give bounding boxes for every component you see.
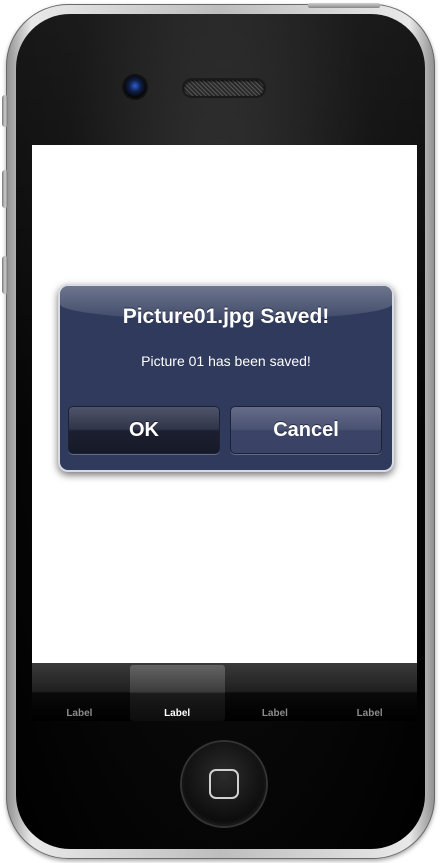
tab-label: Label [66, 708, 93, 719]
home-square-icon [209, 769, 239, 799]
tab-label: Label [164, 708, 191, 719]
home-button[interactable] [182, 742, 266, 826]
alert-title: Picture01.jpg Saved! [122, 305, 330, 328]
device-screen: Picture01.jpg Saved! Picture 01 has been… [32, 145, 417, 721]
sleep-wake-button [308, 3, 380, 8]
alert-message: Picture 01 has been saved! [141, 353, 311, 369]
tab-label: Label [261, 708, 288, 719]
earpiece-speaker [184, 80, 264, 96]
tab-bar: Label Label Label Label [32, 663, 417, 721]
tab-item-1[interactable]: Label [32, 663, 127, 721]
tab-item-2[interactable]: Label [129, 665, 225, 721]
volume-down-button [2, 256, 8, 294]
tab-label: Label [356, 708, 383, 719]
tab-item-4[interactable]: Label [322, 663, 417, 721]
alert-dialog: Picture01.jpg Saved! Picture 01 has been… [58, 284, 394, 472]
front-camera-icon [124, 76, 146, 98]
mute-switch [2, 95, 8, 127]
cancel-button[interactable]: Cancel [230, 406, 382, 454]
ok-button[interactable]: OK [68, 406, 220, 454]
volume-up-button [2, 170, 8, 208]
tab-item-3[interactable]: Label [228, 663, 323, 721]
